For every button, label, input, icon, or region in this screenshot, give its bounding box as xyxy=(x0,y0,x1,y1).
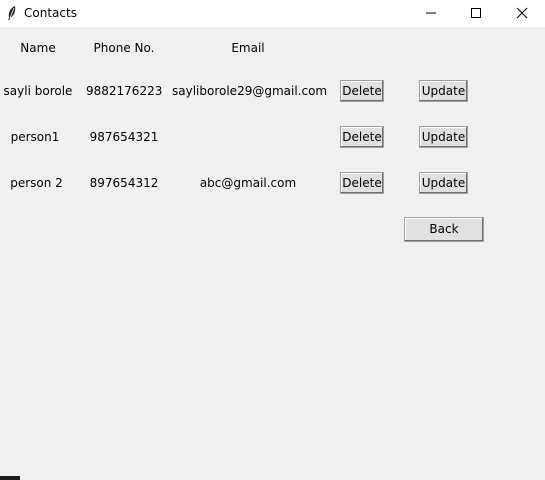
header-name: Name xyxy=(20,41,56,55)
window-edge xyxy=(0,476,20,480)
row1-update-button[interactable]: Update xyxy=(419,80,468,102)
row1-phone: 9882176223 xyxy=(86,84,163,98)
row3-update-button[interactable]: Update xyxy=(419,172,468,194)
row1-delete-button[interactable]: Delete xyxy=(340,80,384,102)
row3-phone: 897654312 xyxy=(89,176,159,190)
row3-name: person 2 xyxy=(10,176,63,190)
back-button[interactable]: Back xyxy=(404,217,484,242)
minimize-icon xyxy=(426,12,436,14)
window-title: Contacts xyxy=(24,6,77,20)
close-button[interactable] xyxy=(499,0,545,27)
row3-delete-button[interactable]: Delete xyxy=(340,172,384,194)
feather-icon xyxy=(5,5,19,21)
minimize-button[interactable] xyxy=(408,0,454,27)
header-email: Email xyxy=(231,41,265,55)
title-bar: Contacts xyxy=(0,0,545,27)
maximize-icon xyxy=(471,8,481,18)
row3-email: abc@gmail.com xyxy=(199,176,297,190)
row2-update-button[interactable]: Update xyxy=(419,126,468,148)
maximize-button[interactable] xyxy=(453,0,499,27)
header-phone: Phone No. xyxy=(93,41,155,55)
row2-name: person1 xyxy=(10,130,60,144)
row1-name: sayli borole xyxy=(3,84,73,98)
row2-delete-button[interactable]: Delete xyxy=(340,126,384,148)
row2-phone: 987654321 xyxy=(89,130,159,144)
close-icon xyxy=(516,7,528,19)
row1-email: sayliborole29@gmail.com xyxy=(172,84,328,98)
